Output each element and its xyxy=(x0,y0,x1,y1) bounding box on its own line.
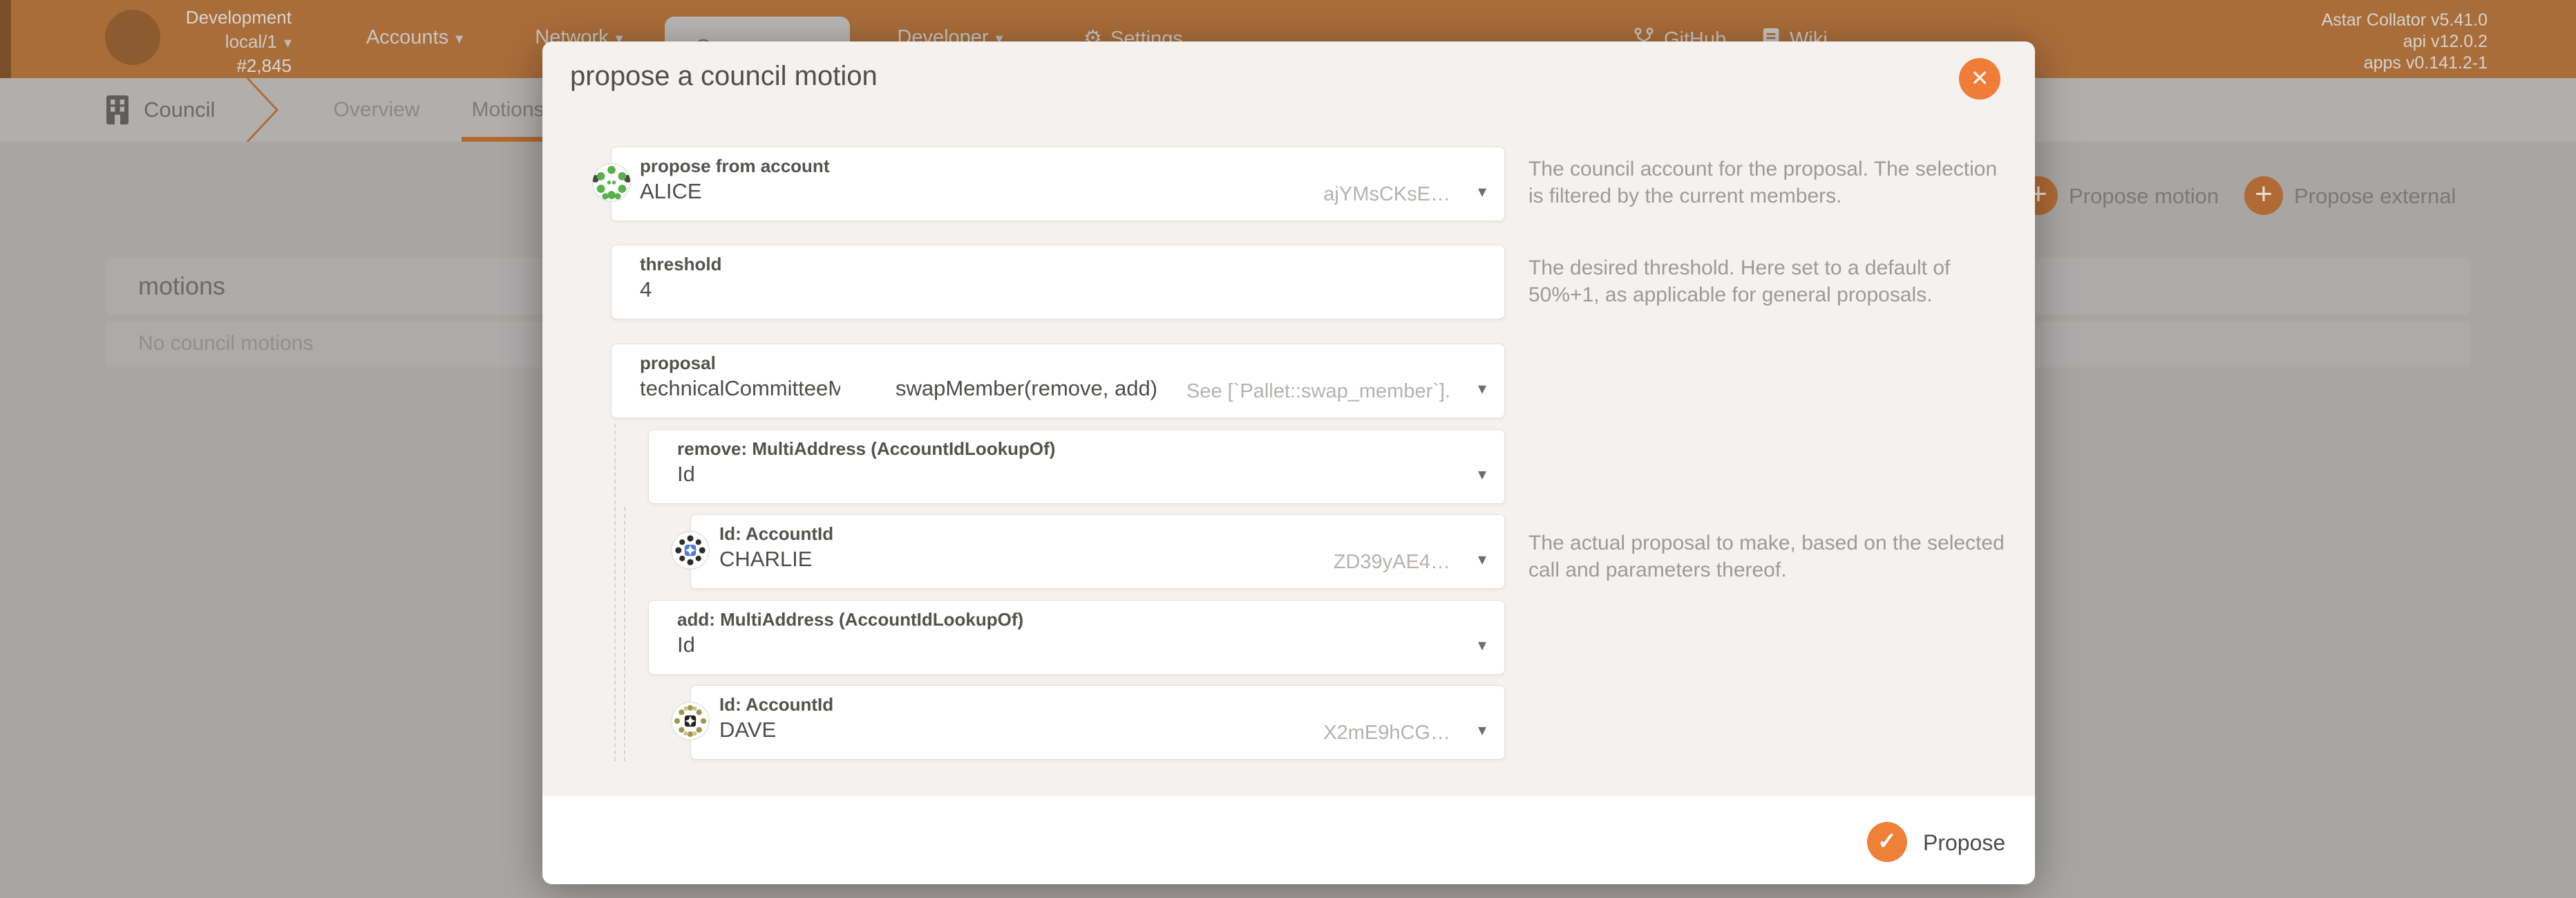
check-icon: ✓ xyxy=(1877,828,1897,854)
field-label: Id: AccountId xyxy=(719,694,833,715)
field-label: Id: AccountId xyxy=(719,523,833,545)
remove-account-select[interactable]: Id: AccountId CHARLIE ZD39yAE4… ▾ xyxy=(690,514,1505,589)
chevron-down-icon[interactable]: ▾ xyxy=(1478,635,1486,655)
helper-account: The council account for the proposal. Th… xyxy=(1528,156,2012,209)
version-node: Astar Collator v5.41.0 xyxy=(2177,10,2488,31)
chain-name: Development xyxy=(166,7,292,28)
empty-text: No council motions xyxy=(138,332,313,355)
add-type-select[interactable]: add: MultiAddress (AccountIdLookupOf) Id… xyxy=(648,600,1505,675)
add-account-select[interactable]: Id: AccountId DAVE X2mE9hCG… ▾ xyxy=(690,685,1505,760)
account-address: ajYMsCKsE… xyxy=(1323,183,1450,206)
version-info: Astar Collator v5.41.0 api v12.0.2 apps … xyxy=(2177,10,2488,74)
breadcrumb-chevron-icon xyxy=(245,78,280,142)
identicon-dave xyxy=(670,701,710,741)
field-label: remove: MultiAddress (AccountIdLookupOf) xyxy=(677,438,1055,460)
field-label: propose from account xyxy=(640,156,829,177)
helper-threshold: The desired threshold. Here set to a def… xyxy=(1528,254,2012,308)
chevron-down-icon[interactable]: ▾ xyxy=(1478,550,1486,570)
account-address: X2mE9hCG… xyxy=(1323,722,1450,745)
indent-rail xyxy=(624,507,625,761)
identicon-charlie xyxy=(670,530,710,570)
propose-external-label[interactable]: Propose external xyxy=(2294,184,2456,209)
proposal-doc: See [`Pallet::swap_member`]. xyxy=(1186,380,1450,403)
account-select[interactable]: propose from account ALICE ajYMsCKsE… ▾ xyxy=(611,147,1505,221)
identicon-alice xyxy=(591,162,632,203)
version-api: api v12.0.2 xyxy=(2177,31,2488,53)
page-heading: motions xyxy=(138,272,225,301)
version-apps: apps v0.141.2-1 xyxy=(2177,53,2488,74)
modal-footer: ✓ Propose xyxy=(542,796,2035,884)
account-name: ALICE xyxy=(640,179,702,204)
council-icon xyxy=(105,94,130,126)
chevron-down-icon: ▾ xyxy=(455,30,463,47)
account-name: DAVE xyxy=(719,718,776,742)
app-root: Development local/1▾ #2,845 Accounts▾ Ne… xyxy=(0,0,2576,898)
tab-overview[interactable]: Overview xyxy=(325,98,428,122)
account-address: ZD39yAE4… xyxy=(1334,551,1450,574)
add-type-value: Id xyxy=(677,633,695,657)
propose-submit-button[interactable]: ✓ xyxy=(1867,822,1907,862)
menu-label: Accounts xyxy=(366,26,448,48)
window-edge xyxy=(0,0,11,78)
helper-proposal: The actual proposal to make, based on th… xyxy=(1528,530,2012,583)
menu-item-accounts[interactable]: Accounts ▾ xyxy=(345,26,484,49)
node-name: local/1 xyxy=(225,31,277,52)
proposal-method: swapMember(remove, add) xyxy=(896,376,1157,401)
threshold-value: 4 xyxy=(640,277,652,302)
threshold-input[interactable]: threshold 4 xyxy=(611,245,1505,319)
propose-submit-label[interactable]: Propose xyxy=(1923,830,2005,856)
proposal-select[interactable]: proposal technicalCommitteeM swapMember(… xyxy=(611,344,1505,418)
field-label: proposal xyxy=(640,353,716,374)
close-icon: ✕ xyxy=(1971,66,1989,91)
chevron-down-icon: ▾ xyxy=(284,34,292,51)
chain-selector[interactable]: Development local/1 ▾ #2,845 xyxy=(166,7,292,77)
tab-motions[interactable]: Motions xyxy=(463,98,553,122)
active-tab-underline xyxy=(462,137,554,142)
indent-rail xyxy=(614,424,616,761)
chevron-down-icon[interactable]: ▾ xyxy=(1478,182,1486,202)
propose-motion-label[interactable]: Propose motion xyxy=(2069,184,2219,209)
plus-icon: + xyxy=(2255,177,2273,211)
modal-title: propose a council motion xyxy=(570,61,878,92)
chevron-down-icon[interactable]: ▾ xyxy=(1478,465,1486,485)
field-label: add: MultiAddress (AccountIdLookupOf) xyxy=(677,609,1023,630)
propose-external-button[interactable]: + xyxy=(2244,176,2283,215)
remove-type-value: Id xyxy=(677,462,695,487)
block-number: #2,845 xyxy=(166,55,292,77)
remove-type-select[interactable]: remove: MultiAddress (AccountIdLookupOf)… xyxy=(648,429,1505,504)
field-label: threshold xyxy=(640,254,721,275)
chevron-down-icon[interactable]: ▾ xyxy=(1478,720,1486,740)
propose-council-motion-modal: propose a council motion ✕ propose from … xyxy=(542,41,2035,884)
chevron-down-icon[interactable]: ▾ xyxy=(1478,379,1486,399)
proposal-section: technicalCommitteeM xyxy=(640,376,840,401)
close-button[interactable]: ✕ xyxy=(1959,58,2000,100)
account-name: CHARLIE xyxy=(719,547,812,572)
chain-logo[interactable] xyxy=(105,10,160,65)
breadcrumb-section[interactable]: Council xyxy=(144,97,215,122)
